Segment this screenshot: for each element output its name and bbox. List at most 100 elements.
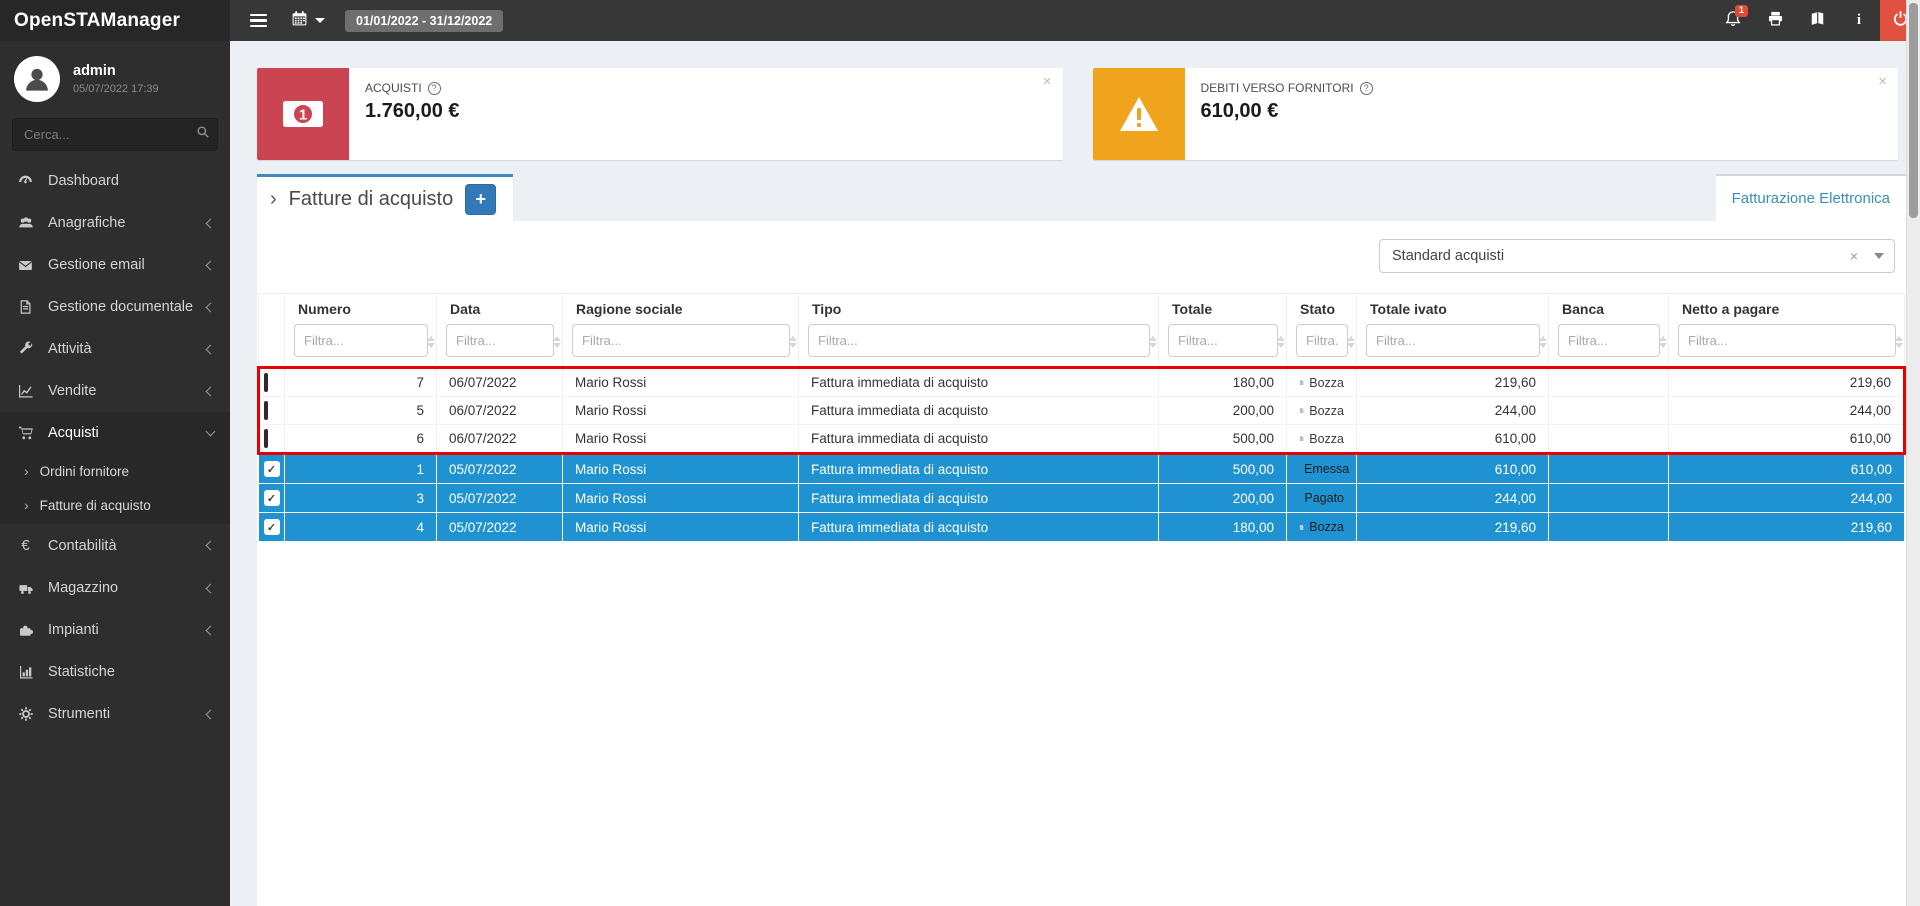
invoices-table: Numero Data Ragione sociale xyxy=(257,293,1906,542)
infobox-debiti-fornitori: DEBITI VERSO FORNITORI ? 610,00 € × xyxy=(1093,68,1899,160)
search-icon[interactable] xyxy=(196,125,210,142)
notifications-button[interactable]: 1 xyxy=(1712,0,1754,41)
cell-banca xyxy=(1549,484,1669,513)
user-login-datetime: 05/07/2022 17:39 xyxy=(73,83,159,95)
file-icon xyxy=(1299,376,1304,389)
cell-totale: 500,00 xyxy=(1159,454,1287,484)
table-row[interactable]: 4 05/07/2022 Mario Rossi Fattura immedia… xyxy=(259,513,1905,542)
avatar xyxy=(14,56,60,102)
filter-input-totale-ivato[interactable] xyxy=(1366,324,1540,357)
user-panel: admin 05/07/2022 17:39 xyxy=(0,41,230,114)
about-button[interactable]: i xyxy=(1838,0,1880,41)
cell-totale: 500,00 xyxy=(1159,425,1287,454)
filter-input-ragione-sociale[interactable] xyxy=(572,324,790,357)
column-header-tipo: Tipo xyxy=(799,294,1159,368)
sort-carets[interactable] xyxy=(1659,336,1667,348)
row-checkbox-checked[interactable] xyxy=(264,519,280,535)
filter-input-data[interactable] xyxy=(446,324,554,357)
chevron-left-icon xyxy=(206,709,216,719)
sidebar-item-vendite[interactable]: Vendite xyxy=(0,370,230,412)
row-checkbox[interactable] xyxy=(264,429,268,448)
bar-chart-icon xyxy=(16,664,35,680)
sidebar-item-impianti[interactable]: Impianti xyxy=(0,609,230,651)
sidebar-item-acquisti[interactable]: Acquisti xyxy=(0,412,230,454)
sidebar-item-dashboard[interactable]: Dashboard xyxy=(0,159,230,202)
close-icon[interactable]: × xyxy=(1878,73,1887,90)
filter-input-stato[interactable] xyxy=(1296,324,1348,357)
filter-input-netto-a-pagare[interactable] xyxy=(1678,324,1896,357)
table-row[interactable]: 1 05/07/2022 Mario Rossi Fattura immedia… xyxy=(259,454,1905,484)
app-logo[interactable]: OpenSTAManager xyxy=(0,0,230,41)
column-label: Totale xyxy=(1172,301,1278,317)
clear-icon[interactable]: × xyxy=(1850,248,1858,264)
sidebar-item-magazzino[interactable]: Magazzino xyxy=(0,567,230,609)
row-checkbox-checked[interactable] xyxy=(264,461,280,477)
filter-input-numero[interactable] xyxy=(294,324,428,357)
print-button[interactable] xyxy=(1754,0,1796,41)
fatturazione-elettronica-link[interactable]: Fatturazione Elettronica xyxy=(1732,190,1890,207)
table-row[interactable]: 7 06/07/2022 Mario Rossi Fattura immedia… xyxy=(259,368,1905,397)
sort-carets[interactable] xyxy=(1539,336,1547,348)
sort-carets[interactable] xyxy=(427,336,435,348)
table-row[interactable]: 6 06/07/2022 Mario Rossi Fattura immedia… xyxy=(259,425,1905,454)
close-icon[interactable]: × xyxy=(1043,73,1052,90)
cell-banca xyxy=(1549,425,1669,454)
chevron-down-icon[interactable] xyxy=(1874,253,1884,259)
row-checkbox-checked[interactable] xyxy=(264,490,280,506)
sort-carets[interactable] xyxy=(789,336,797,348)
hamburger-icon[interactable] xyxy=(246,8,271,34)
cell-tipo: Fattura immediata di acquisto xyxy=(799,484,1159,513)
calendar-picker-button[interactable] xyxy=(291,10,325,32)
vertical-scrollbar[interactable] xyxy=(1906,0,1920,906)
cell-numero: 5 xyxy=(285,397,437,425)
chevron-left-icon xyxy=(206,218,216,228)
sidebar-item-gestione-documentale[interactable]: Gestione documentale xyxy=(0,286,230,328)
search-input[interactable] xyxy=(12,118,218,151)
select-all-header xyxy=(259,294,285,368)
sidebar-item-contabilita[interactable]: € Contabilità xyxy=(0,524,230,567)
row-checkbox[interactable] xyxy=(264,401,268,420)
sidebar-subitem-ordini-fornitore[interactable]: › Ordini fornitore xyxy=(0,454,230,488)
sort-carets[interactable] xyxy=(553,336,561,348)
cell-numero: 4 xyxy=(285,513,437,542)
sort-carets[interactable] xyxy=(1895,336,1903,348)
date-range-pill[interactable]: 01/01/2022 - 31/12/2022 xyxy=(345,10,503,32)
row-checkbox[interactable] xyxy=(264,373,268,392)
sidebar-item-strumenti[interactable]: Strumenti xyxy=(0,693,230,735)
table-row[interactable]: 5 06/07/2022 Mario Rossi Fattura immedia… xyxy=(259,397,1905,425)
sort-carets[interactable] xyxy=(1347,336,1355,348)
cell-ragione-sociale: Mario Rossi xyxy=(563,484,799,513)
sort-carets[interactable] xyxy=(1149,336,1157,348)
column-label: Tipo xyxy=(812,301,1150,317)
tab-fatture-di-acquisto[interactable]: › Fatture di acquisto + xyxy=(257,174,513,221)
chevron-left-icon xyxy=(206,302,216,312)
chevron-left-icon xyxy=(206,583,216,593)
sidebar-item-gestione-email[interactable]: Gestione email xyxy=(0,244,230,286)
infobox-label-row: ACQUISTI ? xyxy=(365,81,460,95)
main-content: 1 ACQUISTI ? 1.760,00 € × DEBITI V xyxy=(230,41,1906,906)
sidebar-item-attivita[interactable]: Attività xyxy=(0,328,230,370)
invoices-panel: Standard acquisti × Numero xyxy=(257,221,1906,906)
sidebar-subitem-fatture-di-acquisto[interactable]: › Fatture di acquisto xyxy=(0,488,230,522)
sidebar-subitem-label: Fatture di acquisto xyxy=(40,498,151,513)
cell-ragione-sociale: Mario Rossi xyxy=(563,454,799,484)
users-icon xyxy=(16,215,35,231)
cell-stato: Emessa xyxy=(1287,454,1357,484)
help-icon[interactable]: ? xyxy=(428,82,441,95)
filter-input-banca[interactable] xyxy=(1558,324,1660,357)
filter-input-totale[interactable] xyxy=(1168,324,1278,357)
scrollbar-thumb[interactable] xyxy=(1909,3,1918,218)
table-row[interactable]: 3 05/07/2022 Mario Rossi Fattura immedia… xyxy=(259,484,1905,513)
sort-carets[interactable] xyxy=(1277,336,1285,348)
cell-stato: Bozza xyxy=(1287,425,1357,454)
cell-data: 06/07/2022 xyxy=(437,368,563,397)
help-icon[interactable]: ? xyxy=(1360,82,1373,95)
docs-button[interactable] xyxy=(1796,0,1838,41)
sidebar-item-anagrafiche[interactable]: Anagrafiche xyxy=(0,202,230,244)
sidebar-item-statistiche[interactable]: Statistiche xyxy=(0,651,230,693)
filter-input-tipo[interactable] xyxy=(808,324,1150,357)
add-invoice-button[interactable]: + xyxy=(465,184,496,215)
view-select[interactable]: Standard acquisti × xyxy=(1379,239,1895,273)
cell-banca xyxy=(1549,368,1669,397)
sidebar-item-label: Dashboard xyxy=(48,173,119,189)
